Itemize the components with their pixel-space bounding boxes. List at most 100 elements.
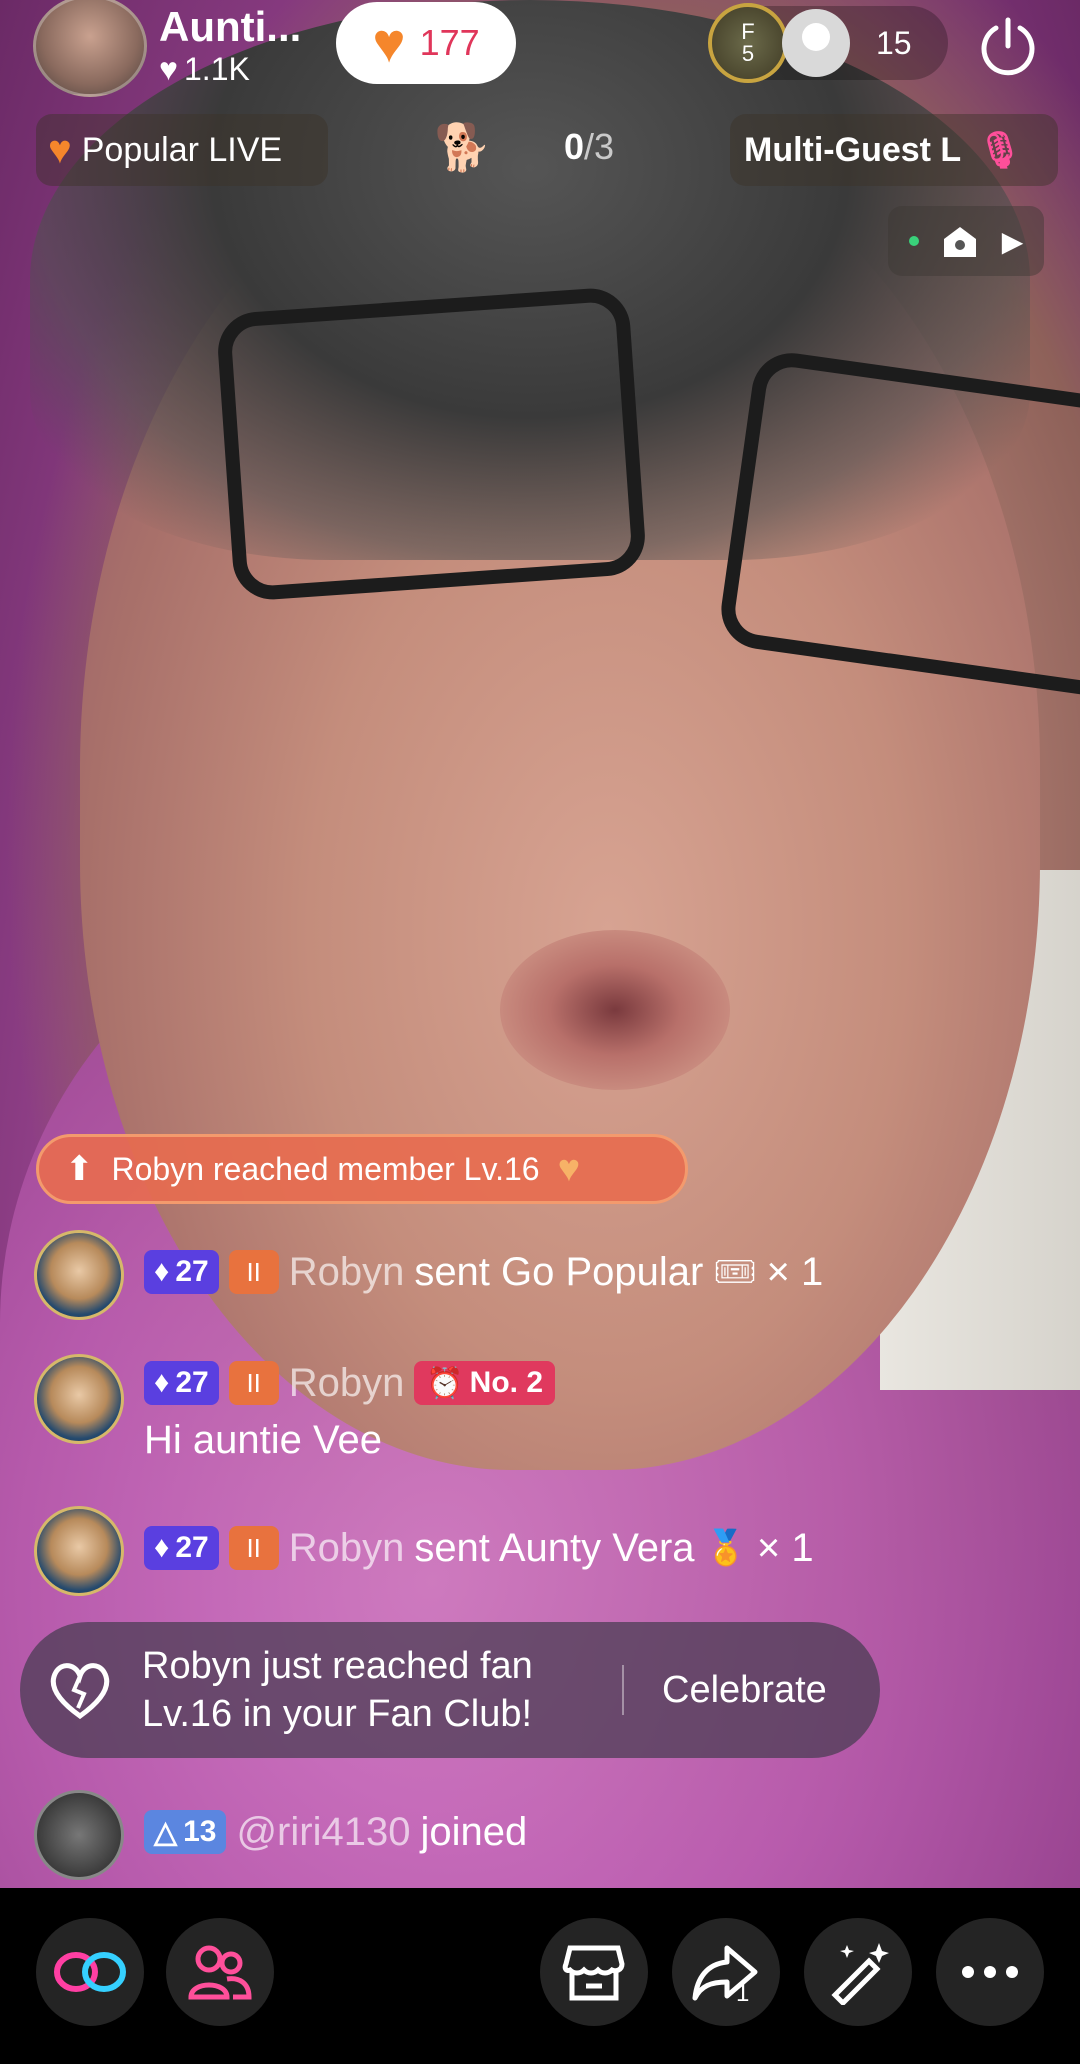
chat-body: ♦ 27 II Robyn sent Aunty Vera 🏅 × 1 [144, 1506, 814, 1590]
mini-explore-button[interactable]: ▶ [888, 206, 1044, 276]
host-info: Aunti... ♥ 1.1K [159, 4, 301, 88]
medal-icon: ⏰ [426, 1366, 464, 1400]
chat-username[interactable]: Robyn [289, 1361, 405, 1406]
video-lips [500, 930, 730, 1090]
fan-club-message: Robyn just reached fan Lv.16 in your Fan… [142, 1645, 533, 1735]
viewer-list[interactable]: F 5 15 [708, 3, 948, 83]
share-count: 1 [736, 1980, 750, 2007]
live-dot-icon [908, 236, 919, 246]
level-up-arrow-icon: ⬆ [65, 1150, 94, 1188]
share-button[interactable]: 1 [672, 1918, 780, 2026]
level-number: 27 [175, 1366, 209, 1399]
chat-avatar[interactable] [34, 1790, 124, 1880]
member-level-text: Robyn reached member Lv.16 [111, 1150, 540, 1187]
heart-icon: ♥ [159, 50, 178, 87]
chat-item[interactable]: ♦ 27 II Robyn sent Go Popular 🎟 × 1 [34, 1230, 823, 1320]
rank-badge: ⏰ No. 2 [414, 1361, 556, 1405]
chat-avatar[interactable] [34, 1354, 124, 1444]
chat-line: ♦ 27 II Robyn sent Go Popular 🎟 × 1 [144, 1230, 823, 1314]
chat-avatar[interactable] [34, 1506, 124, 1596]
link-icon [54, 1952, 126, 1992]
like-button[interactable]: ♥ 177 [336, 2, 516, 84]
more-button[interactable] [936, 1918, 1044, 2026]
microphone-icon: 🎙 [977, 129, 1023, 170]
power-icon[interactable] [976, 14, 1040, 78]
top-viewer-badge-number: 5 [741, 41, 755, 66]
host-avatar[interactable] [33, 0, 147, 97]
chat-line: △ 13 @riri4130 joined [144, 1790, 527, 1874]
diamond-icon: ♦ [154, 1366, 170, 1399]
chat-username[interactable]: Robyn [289, 1526, 405, 1571]
effects-button[interactable] [804, 1918, 912, 2026]
fan-badge-icon: II [228, 1526, 279, 1570]
multi-guest-button[interactable]: Multi-Guest L 🎙 [730, 114, 1058, 186]
host-likes-count: 1.1K [184, 50, 250, 87]
join-text: joined [420, 1809, 528, 1854]
host-likes: ♥ 1.1K [159, 51, 301, 88]
member-level-banner: ⬆ Robyn reached member Lv.16 ♥ [36, 1134, 688, 1204]
level-badge: ♦ 27 [144, 1250, 219, 1294]
people-icon [188, 1945, 252, 2000]
heart-outline-icon [50, 1663, 110, 1720]
chat-body: △ 13 @riri4130 joined [144, 1790, 527, 1874]
host-profile[interactable]: Aunti... ♥ 1.1K [33, 0, 301, 97]
fan-badge-icon: II [228, 1250, 279, 1294]
share-icon [692, 1945, 758, 2001]
level-number: 27 [175, 1255, 209, 1288]
live-video [0, 0, 1080, 1888]
viewer-avatar[interactable] [782, 9, 850, 77]
popular-live-button[interactable]: ♥ Popular LIVE [36, 114, 328, 186]
bottom-toolbar: 1 [0, 1888, 1080, 2064]
fan-club-toast: Robyn just reached fan Lv.16 in your Fan… [20, 1622, 880, 1758]
guest-count: 0/3 [564, 126, 614, 168]
gift-multiplier: × 1 [756, 1525, 814, 1570]
chat-line: ♦ 27 II Robyn ⏰ No. 2 [144, 1350, 556, 1416]
guests-button[interactable] [166, 1918, 274, 2026]
aunty-vera-gift-icon: 🏅 [704, 1529, 747, 1567]
guest-total: /3 [584, 126, 615, 167]
top-viewer-avatar[interactable]: F 5 [708, 3, 788, 83]
viewer-count: 15 [876, 24, 912, 61]
triangle-icon: △ [154, 1815, 178, 1849]
more-dots-icon [962, 1966, 1018, 1978]
orange-heart-icon: ♥ [557, 1147, 581, 1190]
gift-multiplier: × 1 [766, 1249, 824, 1294]
popular-gift-icon: 🎟 [713, 1253, 757, 1291]
video-glasses-right [716, 348, 1080, 700]
divider [622, 1665, 624, 1715]
shop-button[interactable] [540, 1918, 648, 2026]
corgi-icon[interactable]: 🐕 [434, 120, 491, 175]
diamond-icon: ♦ [154, 1531, 170, 1564]
link-button[interactable] [36, 1918, 144, 2026]
join-item[interactable]: △ 13 @riri4130 joined [34, 1790, 527, 1880]
diamond-icon: ♦ [154, 1255, 170, 1288]
join-username[interactable]: @riri4130 [236, 1810, 410, 1855]
chat-body: ♦ 27 II Robyn sent Go Popular 🎟 × 1 [144, 1230, 823, 1314]
play-arrow-icon: ▶ [1001, 225, 1024, 257]
chat-item[interactable]: ♦ 27 II Robyn ⏰ No. 2 Hi auntie Vee [34, 1350, 556, 1464]
guest-current: 0 [564, 126, 585, 167]
fan-badge-icon: II [228, 1361, 279, 1405]
chat-item[interactable]: ♦ 27 II Robyn sent Aunty Vera 🏅 × 1 [34, 1506, 814, 1596]
celebrate-button[interactable]: Celebrate [662, 1669, 827, 1712]
level-badge: △ 13 [144, 1810, 227, 1854]
rank-text: No. 2 [469, 1366, 544, 1399]
chat-line: ♦ 27 II Robyn sent Aunty Vera 🏅 × 1 [144, 1506, 814, 1590]
chat-text: sent Go Popular [414, 1249, 704, 1294]
level-badge: ♦ 27 [144, 1361, 219, 1405]
chat-text: sent Aunty Vera [414, 1525, 695, 1570]
magic-wand-icon [831, 1943, 889, 2005]
like-count: 177 [419, 22, 480, 63]
home-icon [944, 227, 977, 257]
top-viewer-badge-letter: F [741, 19, 755, 44]
chat-body: ♦ 27 II Robyn ⏰ No. 2 Hi auntie Vee [144, 1350, 556, 1464]
chat-message: Hi auntie Vee [144, 1418, 382, 1462]
level-number: 13 [183, 1815, 217, 1848]
orange-heart-icon: ♥ [372, 11, 406, 74]
chat-username[interactable]: Robyn [289, 1250, 405, 1295]
level-number: 27 [175, 1531, 209, 1564]
half-heart-icon: ♥ [48, 127, 72, 172]
video-glasses-left [215, 285, 648, 603]
chat-avatar[interactable] [34, 1230, 124, 1320]
level-badge: ♦ 27 [144, 1526, 219, 1570]
